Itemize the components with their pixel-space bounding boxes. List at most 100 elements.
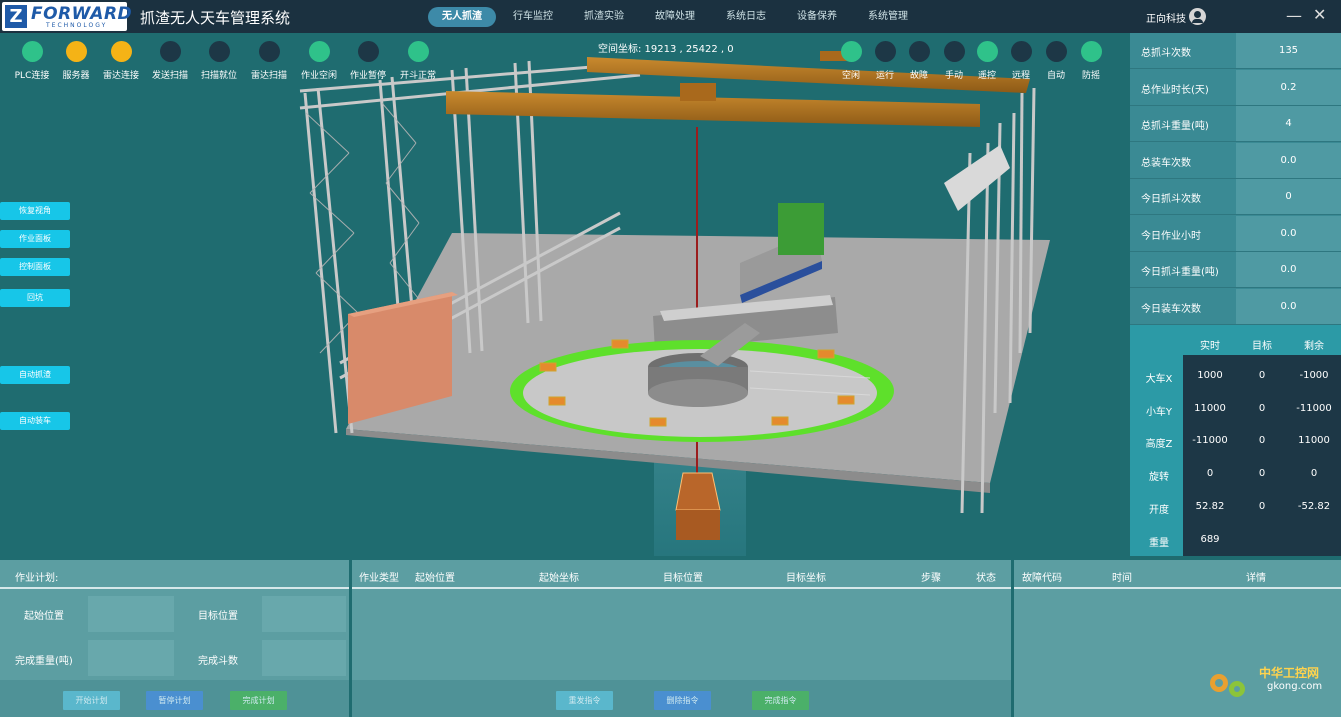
mode-light-label: 运行 (875, 71, 895, 81)
axis-header-0: 实时 (1200, 341, 1220, 352)
status-light-label: PLC连接 (14, 71, 50, 81)
status-light-label: 雷达扫描 (250, 71, 288, 81)
stat-value: 0.0 (1236, 142, 1341, 178)
company-name: 正向科技 (1146, 14, 1186, 25)
side-button-1[interactable]: 作业面板 (0, 230, 70, 248)
stat-value: 135 (1236, 33, 1341, 68)
mode-light-label: 空闲 (841, 71, 861, 81)
stat-value: 0.0 (1236, 215, 1341, 251)
axis-remain-value: -1000 (1299, 370, 1329, 381)
status-light-label: 服务器 (62, 71, 90, 81)
status-light-label: 发送扫描 (151, 71, 189, 81)
mode-light-1 (875, 41, 896, 62)
fault-table-header: 故障代码 时间 详情 (1014, 560, 1341, 589)
stat-label: 总抓斗次数 (1141, 48, 1191, 59)
stat-row: 今日装车次数 0.0 (1130, 288, 1341, 325)
company-logo: Z FORWARD TECHNOLOGY (2, 2, 132, 31)
status-light-label: 雷达连接 (102, 71, 140, 81)
command-col-header-4: 目标坐标 (786, 573, 826, 584)
complete-command-button[interactable]: 完成指令 (752, 691, 809, 710)
axis-row-label: 开度 (1149, 504, 1169, 516)
stat-value: 0.0 (1236, 252, 1341, 287)
mode-light-label: 防摇 (1081, 71, 1101, 81)
axis-status-panel: 实时 目标 剩余 大车X 1000 0 -1000 小车Y 11000 0 -11000 高度Z -11… (1130, 325, 1341, 556)
done-weight-label: 完成重量(吨) (15, 656, 73, 667)
status-light-8 (408, 41, 429, 62)
stat-row: 总作业时长(天) 0.2 (1130, 69, 1341, 106)
axis-row-label: 旋转 (1149, 472, 1169, 484)
work-plan-title: 作业计划: (15, 573, 59, 584)
mode-light-label: 自动 (1046, 71, 1066, 81)
tab-2[interactable]: 抓渣实验 (570, 7, 638, 27)
command-col-header-6: 状态 (976, 573, 996, 584)
status-light-4 (209, 41, 230, 62)
tab-1[interactable]: 行车监控 (499, 7, 567, 27)
mode-light-0 (841, 41, 862, 62)
axis-target-value: 0 (1258, 500, 1266, 512)
stat-row: 总装车次数 0.0 (1130, 142, 1341, 179)
close-button[interactable]: ✕ (1313, 5, 1326, 24)
fault-col-header-1: 时间 (1112, 573, 1132, 584)
main-nav-tabs: 无人抓渣 行车监控 抓渣实验 故障处理 系统日志 设备保养 系统管理 (428, 7, 925, 27)
axis-realtime-value: 0 (1206, 468, 1214, 480)
axis-header-2: 剩余 (1304, 341, 1324, 352)
axis-target-value: 0 (1258, 435, 1266, 447)
mode-light-6 (1046, 41, 1067, 62)
stat-row: 今日抓斗重量(吨) 0.0 (1130, 252, 1341, 288)
command-col-header-5: 步骤 (921, 573, 941, 584)
finish-plan-button[interactable]: 完成计划 (230, 691, 287, 710)
start-plan-button[interactable]: 开始计划 (63, 691, 120, 710)
command-table-header: 作业类型 起始位置 起始坐标 目标位置 目标坐标 步骤 状态 (352, 560, 1011, 589)
command-col-header-2: 起始坐标 (539, 573, 579, 584)
status-light-label: 扫描就位 (200, 71, 238, 81)
stat-label: 今日装车次数 (1141, 303, 1201, 315)
axis-realtime-value: -11000 (1192, 435, 1228, 447)
tab-4[interactable]: 系统日志 (712, 7, 780, 27)
axis-row-label: 大车X (1145, 374, 1173, 385)
axis-realtime-value: 11000 (1194, 402, 1226, 414)
status-light-5 (259, 41, 280, 62)
user-avatar-icon[interactable] (1189, 8, 1206, 25)
watermark-text: 中华工控网 (1259, 666, 1320, 680)
axis-target-value: 0 (1258, 402, 1266, 414)
side-button-4[interactable]: 自动抓渣 (0, 366, 70, 384)
minimize-button[interactable]: — (1286, 6, 1302, 25)
tab-6[interactable]: 系统管理 (854, 7, 922, 27)
side-button-3[interactable]: 回坑 (0, 289, 70, 307)
done-buckets-field[interactable] (262, 640, 346, 676)
status-light-label: 开斗正常 (399, 71, 437, 81)
start-position-field[interactable] (88, 596, 174, 632)
resend-command-button[interactable]: 重发指令 (556, 691, 613, 710)
target-position-field[interactable] (262, 596, 346, 632)
mode-light-3 (944, 41, 965, 62)
watermark-url: gkong.com (1267, 681, 1323, 692)
side-button-5[interactable]: 自动装车 (0, 412, 70, 430)
stat-row: 总抓斗次数 135 (1130, 33, 1341, 69)
stat-value: 4 (1236, 106, 1341, 141)
watermark-logo: 中华工控网 gkong.com (1205, 661, 1335, 701)
side-button-2[interactable]: 控制面板 (0, 258, 70, 276)
side-button-0[interactable]: 恢复视角 (0, 202, 70, 220)
command-col-header-0: 作业类型 (359, 573, 399, 584)
mode-light-5 (1011, 41, 1032, 62)
tab-5[interactable]: 设备保养 (783, 7, 851, 27)
status-light-7 (358, 41, 379, 62)
status-light-label: 作业暂停 (349, 71, 387, 81)
mode-light-label: 遥控 (977, 71, 997, 81)
tab-0[interactable]: 无人抓渣 (428, 7, 496, 27)
stats-panel: 总抓斗次数 135 总作业时长(天) 0.2 总抓斗重量(吨) 4 总装车次数 0.0 今日抓斗… (1130, 33, 1341, 325)
done-buckets-label: 完成斗数 (198, 656, 238, 667)
mode-light-label: 手动 (944, 71, 964, 81)
mode-light-4 (977, 41, 998, 62)
crane-scene-illustration (299, 51, 1050, 556)
mode-light-label: 故障 (909, 71, 929, 81)
axis-remain-value: -52.82 (1297, 500, 1331, 512)
delete-command-button[interactable]: 删除指令 (654, 691, 711, 710)
pause-plan-button[interactable]: 暂停计划 (146, 691, 203, 710)
stat-label: 今日抓斗次数 (1141, 194, 1201, 205)
tab-3[interactable]: 故障处理 (641, 7, 709, 27)
fault-col-header-0: 故障代码 (1022, 573, 1062, 584)
done-weight-field[interactable] (88, 640, 174, 676)
crane-3d-viewport[interactable] (0, 33, 1130, 556)
command-col-header-3: 目标位置 (663, 573, 703, 584)
